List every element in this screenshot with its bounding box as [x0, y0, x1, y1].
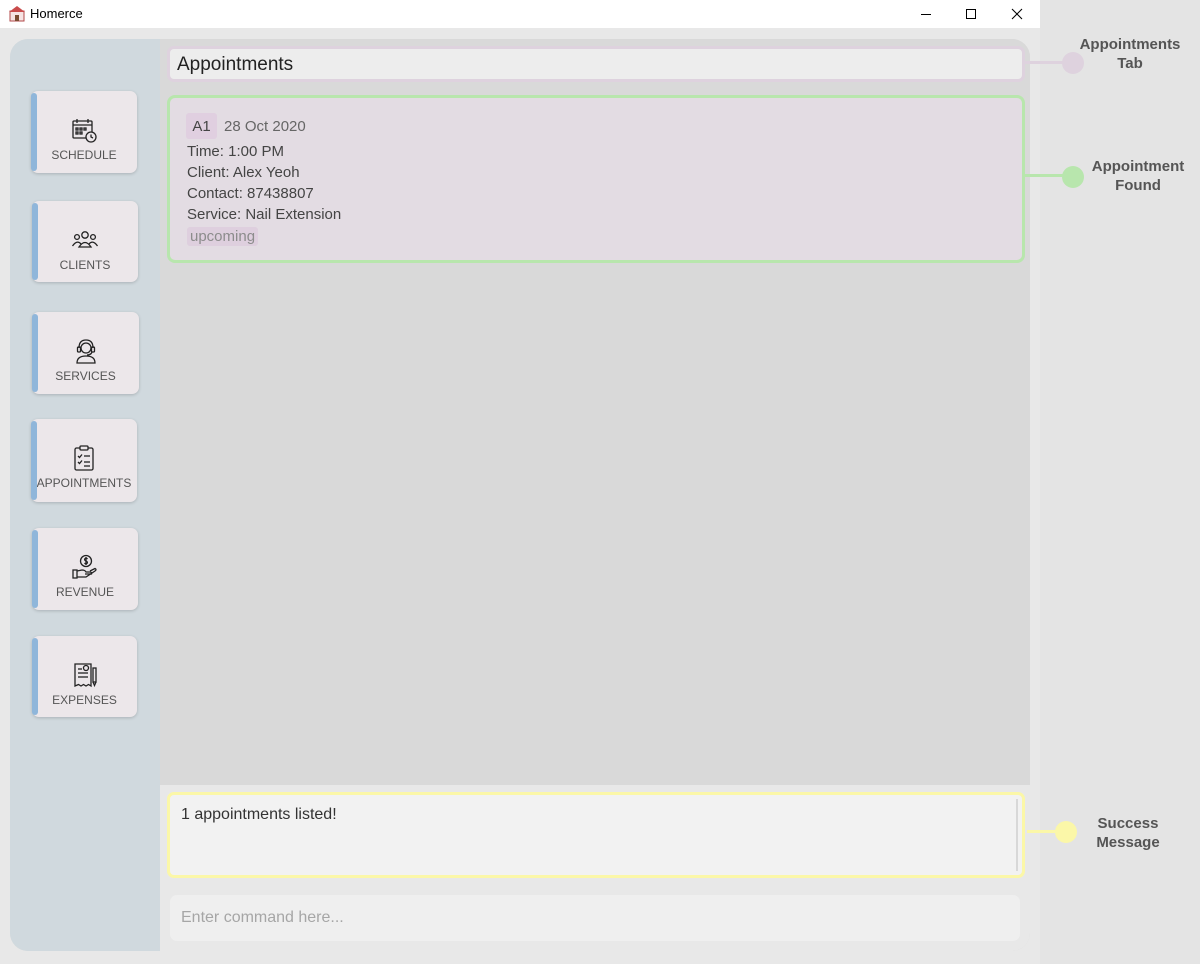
nav-accent-bar: [32, 203, 38, 280]
nav-accent-bar: [32, 530, 38, 608]
clipboard-checklist-icon: [74, 445, 94, 471]
close-button[interactable]: [994, 0, 1040, 28]
maximize-button[interactable]: [948, 0, 994, 28]
command-input[interactable]: [170, 895, 1020, 941]
appointment-client: Client: Alex Yeoh: [187, 164, 300, 181]
sidebar-item-label: REVENUE: [55, 585, 114, 599]
nav-accent-bar: [32, 314, 38, 392]
annotation-label-line: Appointments: [1079, 36, 1181, 53]
nav-accent-bar: [32, 638, 38, 715]
sidebar-item-expenses[interactable]: EXPENSES: [32, 636, 137, 717]
annotation-label-line: Success: [1097, 815, 1159, 832]
sidebar-item-appointments[interactable]: APPOINTMENTS: [31, 419, 137, 502]
sidebar-item-revenue[interactable]: REVENUE: [32, 528, 138, 610]
sidebar-item-services[interactable]: SERVICES: [32, 312, 139, 394]
sidebar-item-clients[interactable]: CLIENTS: [32, 201, 138, 282]
nav-accent-bar: [31, 421, 37, 500]
headset-person-icon: [75, 339, 96, 364]
annotation-connector-appointments-tab: [1025, 61, 1065, 64]
appointment-card[interactable]: A1 28 Oct 2020 Time: 1:00 PM Client: Ale…: [167, 95, 1025, 263]
hand-coin-icon: [72, 554, 97, 579]
app-frame: SCHEDULE CLIENTS SERVICES APPOINTMENTS R…: [10, 39, 1030, 951]
annotation-connector-appointment-found: [1025, 174, 1065, 177]
appointment-time: Time: 1:00 PM: [187, 143, 284, 160]
sidebar-item-label: CLIENTS: [59, 258, 111, 272]
annotation-label-appointment-found: Appointment Found: [1078, 157, 1198, 195]
appointment-id-badge: A1: [186, 113, 217, 139]
result-scrollbar[interactable]: [1016, 799, 1018, 871]
appointment-list-panel: Appointments A1 28 Oct 2020 Time: 1:00 P…: [160, 39, 1030, 785]
sidebar-item-label: EXPENSES: [52, 693, 117, 707]
sidebar-item-label: APPOINTMENTS: [36, 476, 132, 490]
sidebar-item-label: SCHEDULE: [51, 148, 117, 162]
annotation-label-line: Tab: [1117, 55, 1143, 72]
sidebar-item-schedule[interactable]: SCHEDULE: [31, 91, 137, 173]
sidebar-item-label: SERVICES: [55, 369, 116, 383]
command-area: 1 appointments listed!: [160, 785, 1030, 951]
appointment-service: Service: Nail Extension: [187, 206, 342, 223]
calendar-clock-icon: [72, 119, 97, 143]
minimize-icon: [921, 14, 931, 15]
result-message: 1 appointments listed!: [181, 806, 337, 823]
tab-header: Appointments: [167, 46, 1025, 82]
close-icon: [1011, 8, 1023, 20]
title-bar: Homerce: [0, 0, 1040, 28]
homerce-app-icon: [9, 6, 25, 22]
maximize-icon: [966, 9, 976, 19]
page-title: Appointments: [177, 54, 294, 75]
minimize-button[interactable]: [903, 0, 949, 28]
appointment-contact: Contact: 87438807: [187, 185, 314, 202]
people-group-icon: [71, 231, 99, 248]
status-badge: upcoming: [187, 227, 259, 246]
receipt-pen-icon: [73, 663, 97, 688]
annotation-label-success-message: Success Message: [1068, 814, 1188, 852]
annotation-label-line: Appointment: [1091, 158, 1185, 175]
result-display[interactable]: 1 appointments listed!: [167, 792, 1025, 878]
annotation-label-line: Found: [1115, 177, 1161, 194]
annotation-label-appointments-tab: Appointments Tab: [1070, 35, 1190, 73]
window-title: Homerce: [30, 6, 83, 21]
annotation-label-line: Message: [1096, 834, 1160, 851]
app-window: Homerce SCHEDULE CLIENTS SERVICES APPOIN…: [0, 0, 1040, 964]
nav-accent-bar: [31, 93, 37, 171]
sidebar: SCHEDULE CLIENTS SERVICES APPOINTMENTS R…: [10, 39, 160, 951]
appointment-date: 28 Oct 2020: [224, 118, 306, 135]
